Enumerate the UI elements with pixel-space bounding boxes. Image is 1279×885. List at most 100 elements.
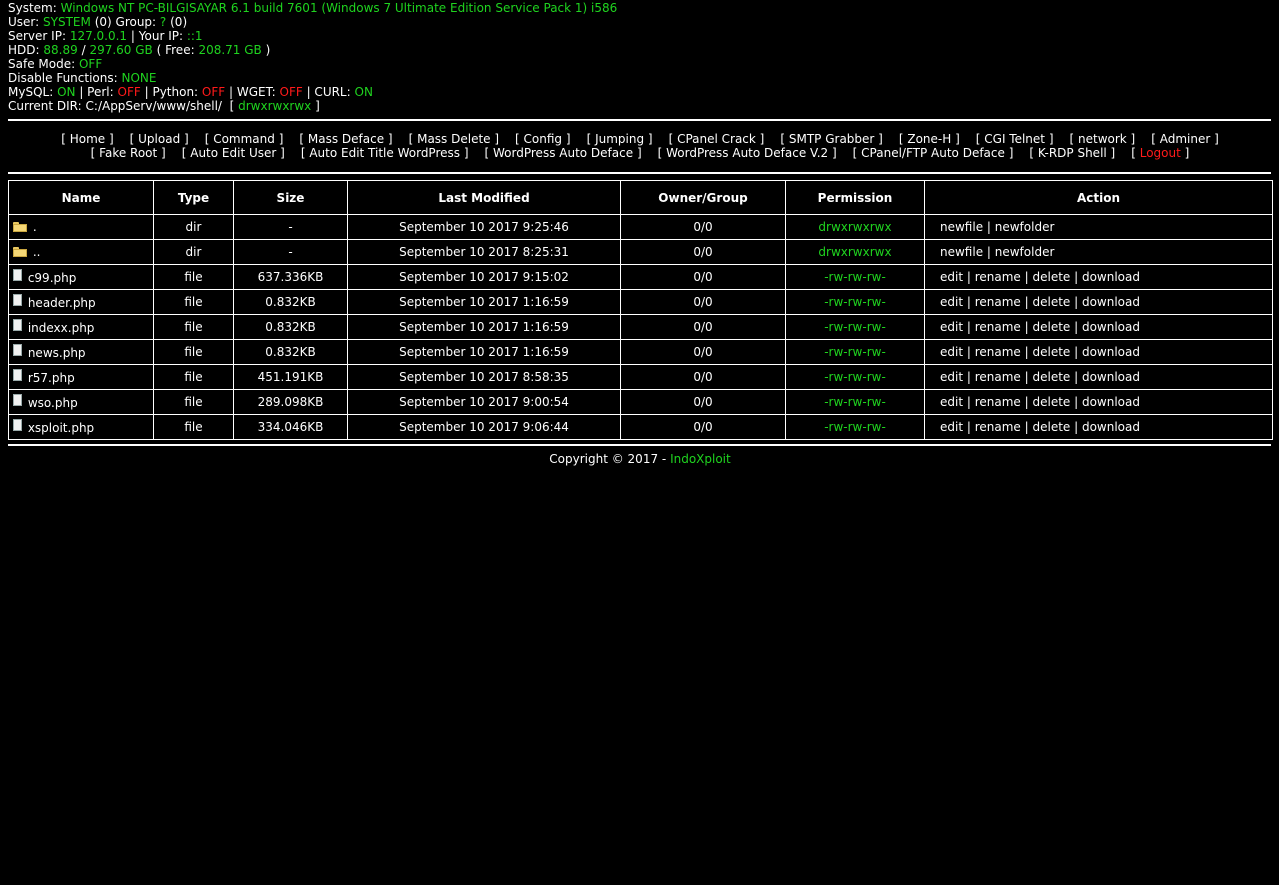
- action-edit[interactable]: edit: [940, 345, 963, 359]
- divider: [8, 119, 1271, 121]
- action-rename[interactable]: rename: [975, 395, 1021, 409]
- action-download[interactable]: download: [1082, 395, 1140, 409]
- menu-network[interactable]: [ network ]: [1070, 132, 1136, 146]
- file-name-cell: c99.php: [8, 264, 154, 290]
- action-delete[interactable]: delete: [1032, 320, 1070, 334]
- action-edit[interactable]: edit: [940, 270, 963, 284]
- file-name-link[interactable]: header.php: [28, 296, 96, 310]
- menu-smtp-grabber[interactable]: [ SMTP Grabber ]: [780, 132, 883, 146]
- action-rename[interactable]: rename: [975, 345, 1021, 359]
- action-delete[interactable]: delete: [1032, 270, 1070, 284]
- action-download[interactable]: download: [1082, 370, 1140, 384]
- menu-mass-deface[interactable]: [ Mass Deface ]: [299, 132, 392, 146]
- menu-fake-root[interactable]: [ Fake Root ]: [91, 146, 166, 160]
- last-modified: September 10 2017 1:16:59: [347, 339, 621, 365]
- permission-link[interactable]: drwxrwxrwx: [818, 245, 891, 259]
- action-delete[interactable]: delete: [1032, 295, 1070, 309]
- file-name-link[interactable]: wso.php: [28, 396, 78, 410]
- menu-auto-edit-title-wordpress[interactable]: [ Auto Edit Title WordPress ]: [301, 146, 469, 160]
- action-delete[interactable]: delete: [1032, 395, 1070, 409]
- hdd-close: ): [265, 43, 271, 57]
- brand-link[interactable]: IndoXploit: [670, 452, 731, 466]
- action-edit[interactable]: edit: [940, 370, 963, 384]
- action-cell: edit | rename | delete | download: [924, 264, 1273, 290]
- action-delete[interactable]: delete: [1032, 370, 1070, 384]
- file-name-link[interactable]: .: [33, 220, 37, 234]
- menu-jumping[interactable]: [ Jumping ]: [587, 132, 653, 146]
- permission-link[interactable]: -rw-rw-rw-: [824, 420, 886, 434]
- menu-upload[interactable]: [ Upload ]: [130, 132, 189, 146]
- system-value: Windows NT PC-BILGISAYAR 6.1 build 7601 …: [60, 1, 618, 15]
- file-name-link[interactable]: ..: [33, 245, 41, 259]
- menu-label: Mass Delete: [417, 132, 491, 146]
- file-name-link[interactable]: xsploit.php: [28, 421, 94, 435]
- permission-cell: -rw-rw-rw-: [785, 389, 925, 415]
- menu-mass-delete[interactable]: [ Mass Delete ]: [409, 132, 499, 146]
- action-download[interactable]: download: [1082, 320, 1140, 334]
- action-edit[interactable]: edit: [940, 320, 963, 334]
- action-rename[interactable]: rename: [975, 420, 1021, 434]
- action-newfile[interactable]: newfile: [940, 245, 983, 259]
- curl-status: ON: [354, 85, 373, 99]
- system-line: System: Windows NT PC-BILGISAYAR 6.1 bui…: [8, 1, 1271, 15]
- current-dir-line: Current DIR: C:/AppServ/www/shell/ [ drw…: [8, 99, 1271, 113]
- copyright-text: Copyright © 2017 -: [549, 452, 667, 466]
- action-rename[interactable]: rename: [975, 295, 1021, 309]
- perl-label: | Perl:: [79, 85, 114, 99]
- file-name-link[interactable]: indexx.php: [28, 321, 95, 335]
- action-delete[interactable]: delete: [1032, 345, 1070, 359]
- mysql-label: MySQL:: [8, 85, 54, 99]
- menu-cpanel-crack[interactable]: [ CPanel Crack ]: [669, 132, 765, 146]
- file-type: file: [153, 264, 234, 290]
- action-rename[interactable]: rename: [975, 370, 1021, 384]
- permission-link[interactable]: -rw-rw-rw-: [824, 295, 886, 309]
- modules-line: MySQL: ON | Perl: OFF | Python: OFF | WG…: [8, 85, 1271, 99]
- wget-label: | WGET:: [229, 85, 276, 99]
- menu-cgi-telnet[interactable]: [ CGI Telnet ]: [976, 132, 1054, 146]
- permission-link[interactable]: -rw-rw-rw-: [824, 345, 886, 359]
- menu-cpanel-ftp-auto-deface[interactable]: [ CPanel/FTP Auto Deface ]: [853, 146, 1014, 160]
- menu-wordpress-auto-deface-v-2[interactable]: [ WordPress Auto Deface V.2 ]: [658, 146, 837, 160]
- file-name-link[interactable]: c99.php: [28, 271, 77, 285]
- action-edit[interactable]: edit: [940, 295, 963, 309]
- action-delete[interactable]: delete: [1032, 420, 1070, 434]
- menu-adminer[interactable]: [ Adminer ]: [1151, 132, 1219, 146]
- action-rename[interactable]: rename: [975, 320, 1021, 334]
- menu-home[interactable]: [ Home ]: [61, 132, 113, 146]
- action-edit[interactable]: edit: [940, 395, 963, 409]
- file-name-link[interactable]: news.php: [28, 346, 86, 360]
- permission-link[interactable]: drwxrwxrwx: [818, 220, 891, 234]
- action-rename[interactable]: rename: [975, 270, 1021, 284]
- menu-config[interactable]: [ Config ]: [515, 132, 571, 146]
- permission-link[interactable]: -rw-rw-rw-: [824, 320, 886, 334]
- user-id: (0): [94, 15, 112, 29]
- user-value: SYSTEM: [43, 15, 91, 29]
- menu-wordpress-auto-deface[interactable]: [ WordPress Auto Deface ]: [485, 146, 642, 160]
- permission-link[interactable]: -rw-rw-rw-: [824, 370, 886, 384]
- action-edit[interactable]: edit: [940, 420, 963, 434]
- menu-label: Config: [523, 132, 563, 146]
- current-dir-path[interactable]: C:/AppServ/www/shell/: [86, 99, 222, 113]
- file-icon: [13, 419, 22, 431]
- action-download[interactable]: download: [1082, 345, 1140, 359]
- menu-k-rdp-shell[interactable]: [ K-RDP Shell ]: [1029, 146, 1115, 160]
- last-modified: September 10 2017 1:16:59: [347, 289, 621, 315]
- menu-logout[interactable]: [ Logout ]: [1131, 146, 1189, 160]
- file-size: 637.336KB: [233, 264, 348, 290]
- action-download[interactable]: download: [1082, 270, 1140, 284]
- divider: [8, 444, 1271, 446]
- permission-link[interactable]: -rw-rw-rw-: [824, 270, 886, 284]
- action-newfolder[interactable]: newfolder: [995, 245, 1055, 259]
- permission-link[interactable]: -rw-rw-rw-: [824, 395, 886, 409]
- action-newfolder[interactable]: newfolder: [995, 220, 1055, 234]
- action-download[interactable]: download: [1082, 420, 1140, 434]
- menu-command[interactable]: [ Command ]: [205, 132, 284, 146]
- action-download[interactable]: download: [1082, 295, 1140, 309]
- file-name-cell: xsploit.php: [8, 414, 154, 440]
- menu-auto-edit-user[interactable]: [ Auto Edit User ]: [182, 146, 285, 160]
- folder-icon: [13, 247, 27, 257]
- column-header-permission: Permission: [785, 180, 925, 215]
- menu-zone-h[interactable]: [ Zone-H ]: [899, 132, 960, 146]
- action-newfile[interactable]: newfile: [940, 220, 983, 234]
- file-name-link[interactable]: r57.php: [28, 371, 75, 385]
